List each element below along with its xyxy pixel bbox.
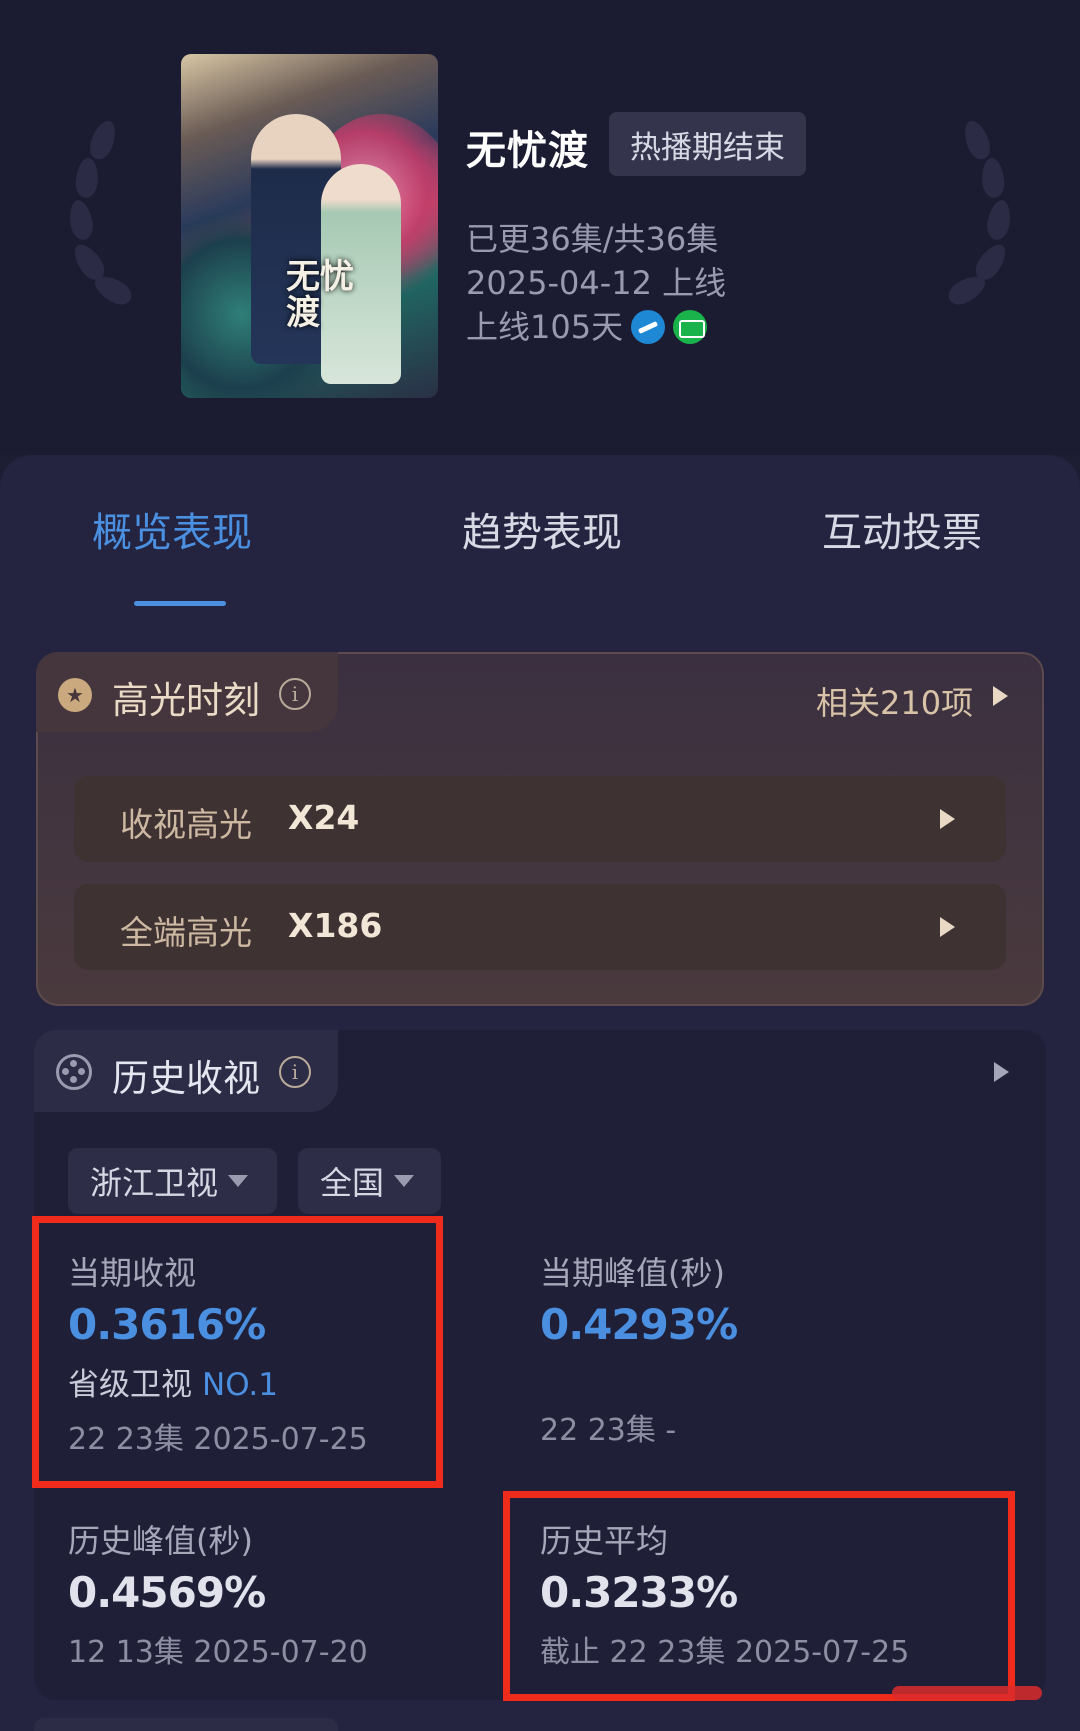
laurel-left-icon bbox=[62, 117, 152, 320]
show-title: 无忧渡 bbox=[466, 128, 589, 174]
highlight-value: X24 bbox=[288, 798, 360, 837]
highlight-label: 收视高光 bbox=[120, 805, 252, 844]
stat-label: 历史峰值(秒) bbox=[68, 1522, 253, 1560]
episode-count: 已更36集/共36集 bbox=[466, 220, 719, 258]
stat-sub: 12 13集 2025-07-20 bbox=[68, 1635, 368, 1670]
annotation-scribble bbox=[892, 1686, 1042, 1700]
highlights-count-link[interactable]: 相关210项 bbox=[816, 678, 973, 724]
current-peak-stat: 当期峰值(秒) 0.4293% 22 23集 - bbox=[540, 1248, 738, 1449]
channel-dropdown-value: 浙江卫视 bbox=[90, 1164, 219, 1202]
stat-sub: 22 23集 - bbox=[540, 1413, 677, 1448]
highlights-info-icon[interactable]: i bbox=[279, 678, 311, 710]
ratings-highlight-row[interactable]: 收视高光 X24 bbox=[74, 776, 1006, 862]
history-peak-stat: 历史峰值(秒) 0.4569% 12 13集 2025-07-20 bbox=[68, 1516, 368, 1671]
channel-dropdown[interactable]: 浙江卫视 bbox=[68, 1148, 277, 1214]
annotation-box-current bbox=[32, 1216, 443, 1488]
zhejiang-tv-icon[interactable] bbox=[631, 310, 666, 344]
stat-label: 当期峰值(秒) bbox=[540, 1254, 725, 1292]
all-platform-highlight-row[interactable]: 全端高光 X186 bbox=[74, 884, 1006, 970]
tab-overview[interactable]: 概览表现 bbox=[92, 500, 252, 558]
active-tab-indicator bbox=[134, 601, 226, 606]
status-badge: 热播期结束 bbox=[609, 112, 806, 176]
region-dropdown[interactable]: 全国 bbox=[298, 1148, 441, 1214]
region-dropdown-value: 全国 bbox=[320, 1164, 385, 1202]
history-more-arrow-icon[interactable] bbox=[994, 1062, 1009, 1082]
days-online: 上线105天 bbox=[466, 308, 624, 346]
stat-value: 0.4293% bbox=[540, 1300, 738, 1349]
chevron-down-icon bbox=[394, 1175, 415, 1187]
tab-trend[interactable]: 趋势表现 bbox=[462, 500, 622, 558]
poster-title: 无忧渡 bbox=[286, 257, 354, 333]
next-card-header bbox=[34, 1718, 338, 1731]
stat-value: 0.4569% bbox=[68, 1568, 266, 1617]
highlights-title: 高光时刻 bbox=[112, 679, 260, 722]
highlight-label: 全端高光 bbox=[120, 913, 252, 952]
history-ratings-title: 历史收视 bbox=[112, 1057, 260, 1100]
annotation-box-average bbox=[503, 1491, 1015, 1701]
chevron-down-icon bbox=[228, 1175, 249, 1187]
arrow-right-icon bbox=[940, 917, 955, 937]
highlights-more-arrow-icon[interactable] bbox=[993, 686, 1008, 706]
highlight-value: X186 bbox=[288, 906, 383, 945]
laurel-right-icon bbox=[928, 117, 1018, 320]
film-reel-icon bbox=[56, 1054, 92, 1090]
arrow-right-icon bbox=[940, 809, 955, 829]
tab-vote[interactable]: 互动投票 bbox=[822, 500, 982, 558]
history-info-icon[interactable]: i bbox=[279, 1056, 311, 1088]
star-icon: ★ bbox=[58, 678, 92, 712]
iqiyi-icon[interactable] bbox=[673, 310, 708, 344]
premiere-date: 2025-04-12 上线 bbox=[466, 264, 727, 302]
show-poster[interactable]: 无忧渡 bbox=[181, 54, 438, 398]
days-online-row: 上线105天 bbox=[466, 302, 708, 348]
